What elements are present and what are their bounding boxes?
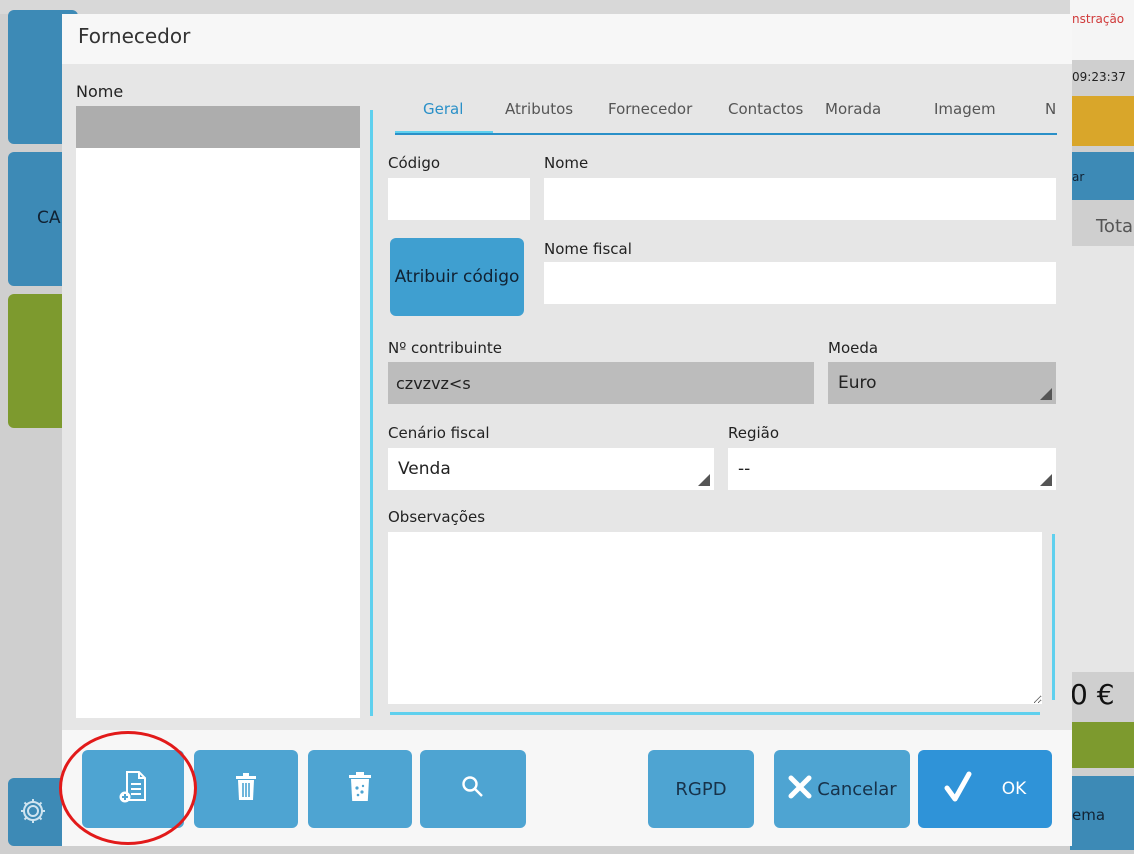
- dialog-header: Fornecedor: [62, 14, 1072, 64]
- regiao-label: Região: [728, 424, 780, 442]
- tab-contactos[interactable]: Contactos: [728, 94, 803, 134]
- form-bottom-divider: [390, 712, 1040, 715]
- dropdown-corner-icon: [698, 474, 710, 486]
- rgpd-button[interactable]: RGPD: [648, 750, 754, 828]
- moeda-value: Euro: [838, 373, 877, 393]
- bg-list-area: [1070, 246, 1134, 672]
- bg-tile-partial-label: CA: [37, 208, 61, 228]
- supplier-dialog: Fornecedor Nome Geral Atributos Forneced…: [59, 14, 1072, 846]
- contribuinte-input[interactable]: [388, 362, 814, 404]
- checkmark-icon: [944, 771, 972, 807]
- trash-full-icon: [348, 772, 372, 806]
- tab-geral[interactable]: Geral: [423, 94, 463, 134]
- cenario-fiscal-value: Venda: [398, 459, 451, 479]
- bg-right-top: [1070, 0, 1134, 60]
- cancel-label: Cancelar: [817, 778, 897, 800]
- observacoes-label: Observações: [388, 508, 486, 526]
- bg-header-text: nstração: [1072, 12, 1125, 26]
- tabs-bottom-rule: [395, 133, 1057, 135]
- codigo-label: Código: [388, 154, 441, 172]
- tab-imagem[interactable]: Imagem: [934, 94, 996, 134]
- trash-icon: [235, 773, 257, 805]
- bg-total-header: Total: [1096, 216, 1134, 237]
- moeda-label: Moeda: [828, 339, 879, 357]
- new-document-icon: [118, 770, 148, 808]
- textarea-scrollbar[interactable]: [1052, 534, 1055, 700]
- ok-label: OK: [1001, 779, 1027, 799]
- nome-fiscal-label: Nome fiscal: [544, 240, 632, 258]
- gear-icon[interactable]: [18, 796, 48, 830]
- new-record-button[interactable]: [82, 750, 184, 828]
- tab-fornecedor[interactable]: Fornecedor: [608, 94, 692, 134]
- cenario-fiscal-select[interactable]: Venda: [388, 448, 714, 490]
- bg-gold-tile: [1070, 96, 1134, 146]
- dropdown-corner-icon: [1040, 388, 1052, 400]
- cenario-fiscal-label: Cenário fiscal: [388, 424, 490, 442]
- bg-total-amount: 0 €: [1070, 678, 1115, 711]
- tab-atributos[interactable]: Atributos: [505, 94, 573, 134]
- search-button[interactable]: [420, 750, 526, 828]
- codigo-input[interactable]: [388, 178, 530, 220]
- tab-morada[interactable]: Morada: [825, 94, 881, 134]
- supplier-list[interactable]: [76, 106, 360, 718]
- delete-button[interactable]: [194, 750, 298, 828]
- bg-button-partial: ar: [1072, 170, 1085, 184]
- contribuinte-label: Nº contribuinte: [388, 339, 503, 357]
- nome-label: Nome: [544, 154, 589, 172]
- regiao-value: --: [738, 459, 751, 479]
- bg-footer-partial: ema: [1072, 806, 1106, 824]
- background-top-bar: [0, 0, 1134, 14]
- rgpd-label: RGPD: [675, 778, 727, 800]
- dialog-footer: RGPD Cancelar OK: [59, 730, 1072, 846]
- panel-divider: [370, 110, 373, 716]
- observacoes-textarea[interactable]: [388, 532, 1042, 704]
- dialog-title: Fornecedor: [78, 24, 191, 48]
- tab-bar: Geral Atributos Fornecedor Contactos Mor…: [395, 94, 1057, 136]
- search-icon: [461, 775, 485, 803]
- bg-olive-tile: [1070, 722, 1134, 768]
- regiao-select[interactable]: --: [728, 448, 1056, 490]
- cancel-button[interactable]: Cancelar: [774, 750, 910, 828]
- close-icon: [787, 774, 813, 804]
- delete-all-button[interactable]: [308, 750, 412, 828]
- nome-fiscal-input[interactable]: [544, 262, 1056, 304]
- bg-clock: 09:23:37: [1072, 70, 1126, 84]
- moeda-select[interactable]: Euro: [828, 362, 1056, 404]
- nome-input[interactable]: [544, 178, 1056, 220]
- dropdown-corner-icon: [1040, 474, 1052, 486]
- assign-code-button[interactable]: Atribuir código: [390, 238, 524, 316]
- ok-button[interactable]: OK: [918, 750, 1052, 828]
- list-column-header: Nome: [76, 82, 124, 101]
- list-item-selected[interactable]: [76, 106, 360, 148]
- tab-more[interactable]: N: [1045, 94, 1056, 134]
